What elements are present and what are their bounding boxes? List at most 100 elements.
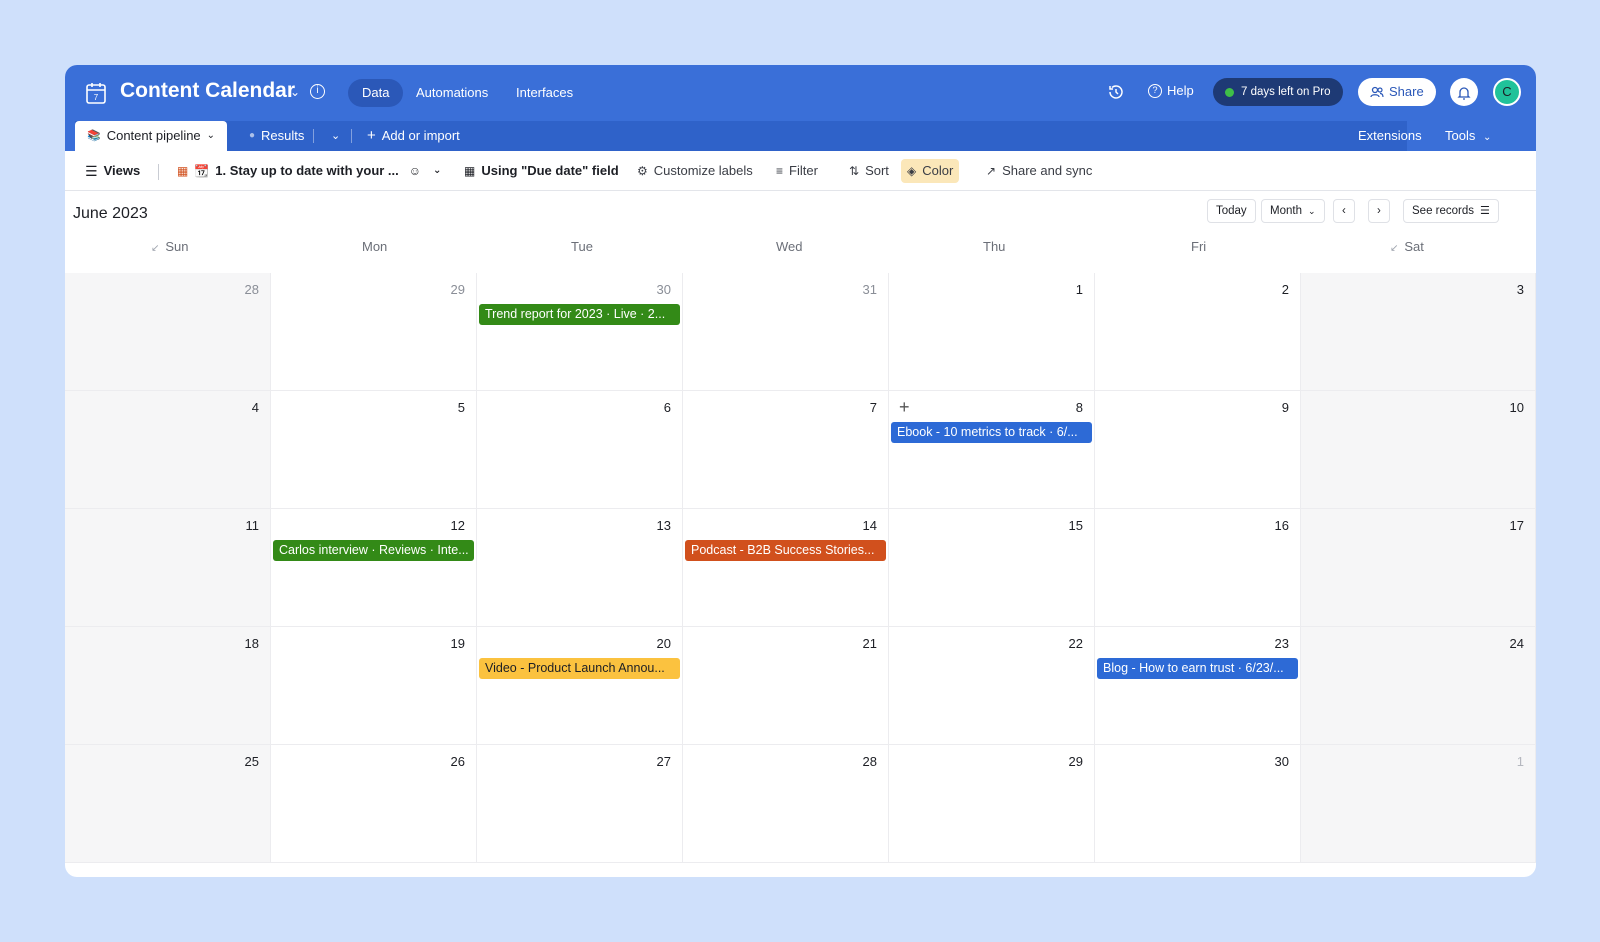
day-number: 15: [1068, 518, 1083, 533]
day-cell[interactable]: 28: [65, 273, 271, 391]
day-number: 5: [457, 400, 465, 415]
day-cell[interactable]: 14: [683, 509, 889, 627]
table-tab-content-pipeline[interactable]: 📚 Content pipeline ⌄: [75, 121, 228, 151]
day-number: 17: [1509, 518, 1524, 533]
day-cell[interactable]: 3: [1301, 273, 1536, 391]
day-cell[interactable]: 10: [1301, 391, 1536, 509]
chevron-right-icon: ›: [1377, 205, 1381, 217]
day-cell[interactable]: 28: [683, 745, 889, 863]
day-number: 4: [251, 400, 259, 415]
color-button[interactable]: ◈ Color: [901, 159, 960, 183]
chevron-left-icon: ‹: [1342, 205, 1346, 217]
day-cell[interactable]: 31: [683, 273, 889, 391]
day-cell[interactable]: 1: [1301, 745, 1536, 863]
day-cell[interactable]: 18: [65, 627, 271, 745]
filter-button[interactable]: ≡ Filter: [770, 159, 824, 183]
weekday-wed: Wed: [776, 239, 803, 254]
day-cell[interactable]: 25: [65, 745, 271, 863]
table-tab-results[interactable]: ● Results: [237, 121, 316, 151]
day-cell[interactable]: 20: [477, 627, 683, 745]
day-number: 1: [1075, 282, 1083, 297]
calendar-event[interactable]: Trend report for 2023 · Live · 2...: [479, 304, 680, 325]
day-cell[interactable]: 21: [683, 627, 889, 745]
info-icon[interactable]: i: [310, 84, 325, 99]
divider: [158, 164, 159, 180]
day-cell[interactable]: 19: [271, 627, 477, 745]
tab-automations[interactable]: Automations: [402, 79, 502, 107]
share-and-sync-button[interactable]: ↗ Share and sync: [980, 159, 1098, 183]
day-number: 29: [450, 282, 465, 297]
trial-badge[interactable]: 7 days left on Pro: [1213, 78, 1343, 106]
calendar-event[interactable]: Carlos interview · Reviews · Inte...: [273, 540, 474, 561]
add-or-import-button[interactable]: + Add or import: [355, 121, 472, 151]
day-cell[interactable]: 23: [1095, 627, 1301, 745]
calendar-event[interactable]: Blog - How to earn trust · 6/23/...: [1097, 658, 1298, 679]
base-title[interactable]: Content Calendar: [120, 79, 295, 103]
see-records-label: See records: [1412, 205, 1475, 217]
day-cell[interactable]: 30: [1095, 745, 1301, 863]
day-cell[interactable]: 30: [477, 273, 683, 391]
weekday-sat: ↙ Sat: [1390, 239, 1424, 254]
day-cell[interactable]: 9: [1095, 391, 1301, 509]
all-tables-dropdown[interactable]: ⌄: [319, 121, 352, 151]
day-cell[interactable]: 4: [65, 391, 271, 509]
day-cell[interactable]: 7: [683, 391, 889, 509]
day-cell[interactable]: 2: [1095, 273, 1301, 391]
extensions-button[interactable]: Extensions: [1358, 121, 1422, 151]
day-number: 9: [1281, 400, 1289, 415]
day-number: 11: [245, 518, 260, 533]
history-icon[interactable]: [1107, 83, 1125, 101]
day-cell[interactable]: 8 +: [889, 391, 1095, 509]
views-button[interactable]: ☰ Views: [79, 159, 146, 183]
today-button[interactable]: Today: [1207, 199, 1256, 223]
weekday-tue: Tue: [571, 239, 593, 254]
chevron-down-icon[interactable]: ⌄: [290, 85, 300, 99]
day-cell[interactable]: 6: [477, 391, 683, 509]
day-cell[interactable]: 11: [65, 509, 271, 627]
day-cell[interactable]: 17: [1301, 509, 1536, 627]
add-record-icon[interactable]: +: [899, 397, 910, 418]
tab-interfaces[interactable]: Interfaces: [502, 79, 587, 107]
customize-labels-label: Customize labels: [653, 163, 753, 178]
avatar[interactable]: C: [1493, 78, 1521, 106]
day-number: 25: [244, 754, 259, 769]
sort-button[interactable]: ⇅ Sort: [843, 159, 895, 183]
month-dropdown[interactable]: Month ⌄: [1261, 199, 1325, 223]
day-cell[interactable]: 1: [889, 273, 1095, 391]
help-label: Help: [1167, 83, 1194, 98]
collapse-icon[interactable]: ↙: [1390, 243, 1398, 254]
people-icon: [1370, 86, 1384, 98]
day-cell[interactable]: 24: [1301, 627, 1536, 745]
chevron-down-icon: ⌄: [1482, 132, 1492, 143]
day-cell[interactable]: 27: [477, 745, 683, 863]
day-cell[interactable]: 29: [271, 273, 477, 391]
day-cell[interactable]: 5: [271, 391, 477, 509]
bell-icon: [1457, 86, 1471, 100]
prev-month-button[interactable]: ‹: [1333, 199, 1355, 223]
day-cell[interactable]: 16: [1095, 509, 1301, 627]
day-cell[interactable]: 13: [477, 509, 683, 627]
calendar-event[interactable]: Video - Product Launch Annou...: [479, 658, 680, 679]
tab-data[interactable]: Data: [348, 79, 404, 107]
notifications-button[interactable]: [1450, 78, 1478, 106]
day-cell[interactable]: 22: [889, 627, 1095, 745]
view-switcher[interactable]: ▦ 📆 1. Stay up to date with your ... ☺ ⌄: [171, 159, 447, 183]
weekday-sun: ↙ Sun: [151, 239, 189, 254]
day-cell[interactable]: 26: [271, 745, 477, 863]
chart-icon: ●: [249, 130, 256, 141]
day-cell[interactable]: 15: [889, 509, 1095, 627]
day-cell[interactable]: 29: [889, 745, 1095, 863]
customize-labels-button[interactable]: ⚙ Customize labels: [631, 159, 759, 183]
help-icon: ?: [1148, 83, 1162, 98]
day-number: 8: [1075, 400, 1083, 415]
next-month-button[interactable]: ›: [1368, 199, 1390, 223]
tools-button[interactable]: Tools ⌄: [1445, 121, 1491, 151]
calendar-event[interactable]: Ebook - 10 metrics to track · 6/...: [891, 422, 1092, 443]
date-field-button[interactable]: ▦ Using "Due date" field: [458, 159, 625, 183]
collapse-icon[interactable]: ↙: [151, 243, 159, 254]
help-button[interactable]: ? Help: [1148, 83, 1194, 98]
day-cell[interactable]: 12: [271, 509, 477, 627]
calendar-event[interactable]: Podcast - B2B Success Stories...: [685, 540, 886, 561]
share-button[interactable]: Share: [1358, 78, 1436, 106]
see-records-button[interactable]: See records ☰: [1403, 199, 1499, 223]
